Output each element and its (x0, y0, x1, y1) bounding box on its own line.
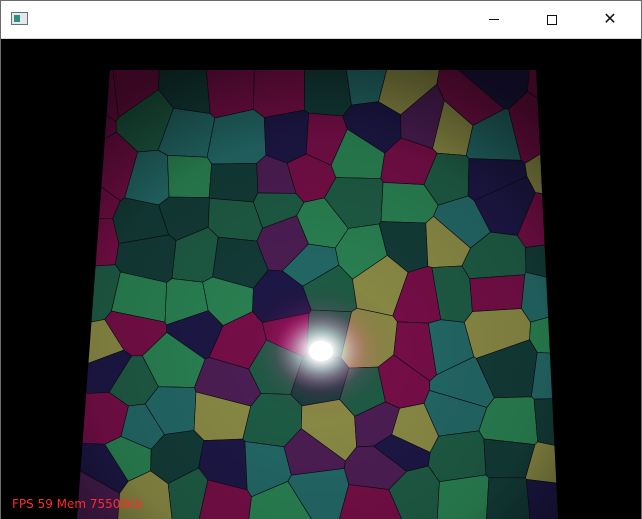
light-core (309, 341, 333, 361)
maximize-button[interactable] (529, 1, 575, 38)
render-viewport[interactable] (1, 39, 641, 519)
minimize-icon (489, 19, 499, 20)
maximize-icon (547, 14, 557, 25)
app-window-icon (11, 12, 28, 25)
minimize-button[interactable] (471, 1, 517, 38)
close-icon: ✕ (603, 10, 617, 28)
close-button[interactable]: ✕ (587, 1, 633, 38)
voronoi-scene (77, 70, 558, 519)
title-bar[interactable]: ✕ (1, 1, 641, 39)
app-window: ✕ FPS 59 Mem 75508kb (0, 0, 642, 519)
fps-memory-readout: FPS 59 Mem 75508kb (12, 497, 143, 511)
